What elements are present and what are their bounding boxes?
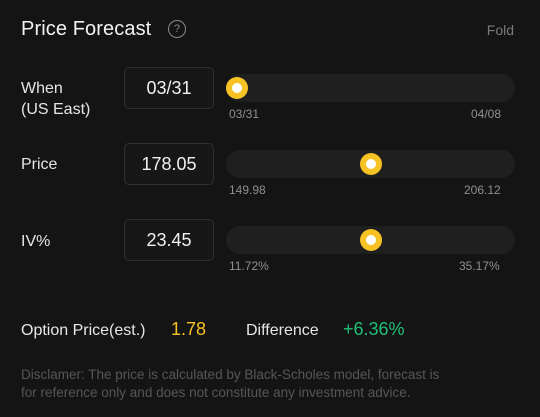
- when-label-line2: (US East): [21, 101, 91, 118]
- price-slider-min-label: 149.98: [229, 183, 266, 197]
- iv-slider-track[interactable]: [226, 226, 515, 254]
- iv-label: IV%: [21, 233, 51, 250]
- iv-slider-thumb[interactable]: [359, 229, 382, 251]
- price-input[interactable]: 178.05: [124, 143, 214, 185]
- option-price-label: Option Price(est.): [21, 322, 146, 339]
- price-slider-track[interactable]: [226, 150, 515, 178]
- date-slider-max-label: 04/08: [471, 107, 502, 121]
- panel-title: Price Forecast: [21, 18, 152, 40]
- date-slider-thumb[interactable]: [226, 77, 248, 99]
- iv-slider-max-label: 35.17%: [459, 259, 500, 273]
- price-slider-thumb[interactable]: [359, 153, 382, 175]
- fold-button[interactable]: Fold: [487, 22, 514, 38]
- price-label: Price: [21, 156, 58, 173]
- question-circle-icon[interactable]: ?: [168, 20, 186, 38]
- iv-input[interactable]: 23.45: [124, 219, 214, 261]
- iv-slider-min-label: 11.72%: [229, 259, 269, 273]
- date-slider-min-label: 03/31: [229, 107, 260, 121]
- disclaimer-text: Disclamer: The price is calculated by Bl…: [21, 367, 440, 400]
- difference-value: +6.36%: [343, 319, 405, 339]
- date-input[interactable]: 03/31: [124, 67, 214, 109]
- when-label-line1: When: [21, 80, 63, 97]
- price-forecast-panel: Price Forecast ? Fold When (US East) 03/…: [0, 0, 540, 417]
- when-label: When (US East): [21, 78, 90, 120]
- option-price-value: 1.78: [171, 319, 207, 339]
- price-slider-max-label: 206.12: [464, 183, 501, 197]
- difference-label: Difference: [246, 322, 319, 339]
- date-slider-track[interactable]: [226, 74, 515, 102]
